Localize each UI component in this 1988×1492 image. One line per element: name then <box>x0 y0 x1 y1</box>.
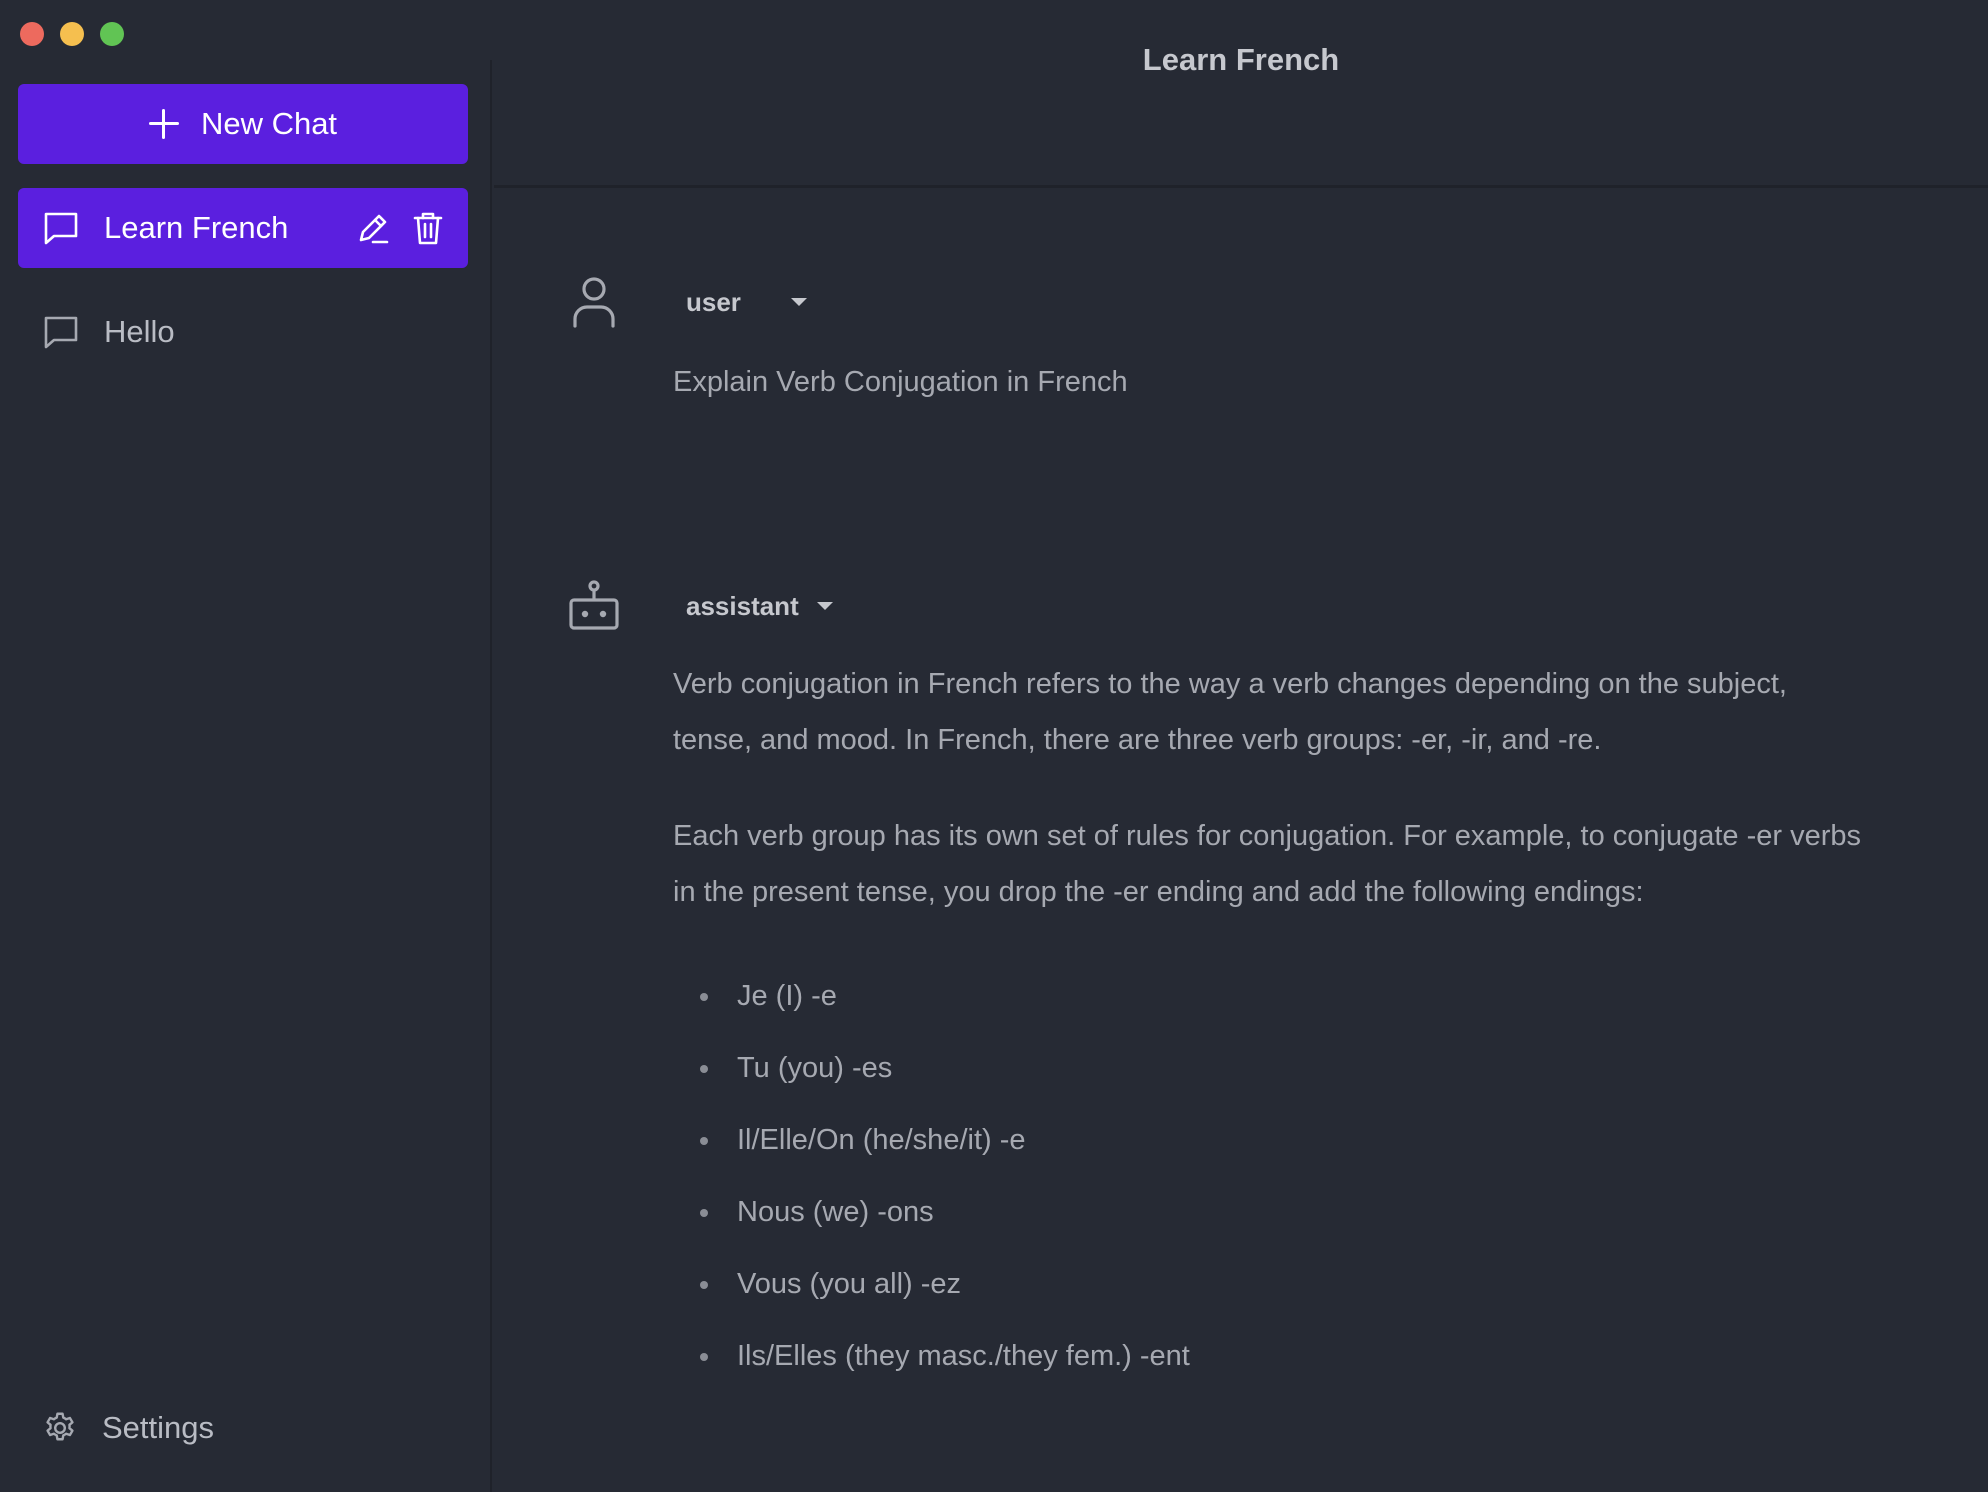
message-user: user Explain Verb Conjugation in French <box>564 272 1864 410</box>
maximize-window-button[interactable] <box>100 22 124 46</box>
list-item: Tu (you) -es <box>673 1032 1864 1104</box>
user-icon <box>564 272 624 332</box>
endings-list: Je (I) -e Tu (you) -es Il/Elle/On (he/sh… <box>673 960 1864 1392</box>
new-chat-label: New Chat <box>200 106 338 141</box>
plus-icon <box>148 109 179 139</box>
sidebar-item-learn-french[interactable]: Learn French <box>18 188 468 268</box>
chat-header: Learn French <box>494 0 1988 188</box>
chat-bubble-icon <box>42 210 80 246</box>
chat-main: Learn French user Explain Verb Conjugati… <box>494 0 1988 1492</box>
role-dropdown[interactable]: user <box>686 287 807 318</box>
chevron-down-icon <box>816 602 833 610</box>
list-item: Je (I) -e <box>673 960 1864 1032</box>
list-item: Ils/Elles (they masc./they fem.) -ent <box>673 1320 1864 1392</box>
message-content: Explain Verb Conjugation in French <box>673 354 1864 410</box>
robot-icon <box>564 576 624 636</box>
sidebar-item-label: Hello <box>104 314 175 349</box>
trash-icon[interactable] <box>412 210 444 246</box>
gear-icon <box>42 1410 78 1446</box>
window-controls <box>20 22 124 46</box>
new-chat-button[interactable]: New Chat <box>18 84 468 164</box>
settings-label: Settings <box>102 1410 215 1445</box>
message-assistant: assistant Verb conjugation in French ref… <box>564 576 1864 1392</box>
list-item: Vous (you all) -ez <box>673 1248 1864 1320</box>
role-label: assistant <box>686 590 799 621</box>
list-item: Il/Elle/On (he/she/it) -e <box>673 1104 1864 1176</box>
message-paragraph: Each verb group has its own set of rules… <box>673 820 1862 908</box>
sidebar-item-hello[interactable]: Hello <box>18 292 468 372</box>
list-item: Nous (we) -ons <box>673 1176 1864 1248</box>
role-label: user <box>686 286 741 317</box>
chat-item-actions <box>356 210 444 246</box>
message-header: assistant <box>564 576 1864 636</box>
settings-button[interactable]: Settings <box>42 1410 214 1446</box>
chevron-down-icon <box>790 298 807 306</box>
sidebar-item-label: Learn French <box>104 210 289 245</box>
minimize-window-button[interactable] <box>60 22 84 46</box>
message-text: Explain Verb Conjugation in French <box>673 366 1128 398</box>
message-paragraph: Verb conjugation in French refers to the… <box>673 668 1787 756</box>
message-content: Verb conjugation in French refers to the… <box>673 656 1864 1392</box>
close-window-button[interactable] <box>20 22 44 46</box>
app-window: New Chat Learn French Hello Settings Lea… <box>0 0 1988 1492</box>
role-dropdown[interactable]: assistant <box>686 591 833 622</box>
chat-bubble-icon <box>42 314 80 350</box>
message-header: user <box>564 272 1864 332</box>
page-title: Learn French <box>1142 41 1340 77</box>
sidebar: New Chat Learn French Hello Settings <box>0 60 492 1492</box>
edit-icon[interactable] <box>356 211 390 245</box>
